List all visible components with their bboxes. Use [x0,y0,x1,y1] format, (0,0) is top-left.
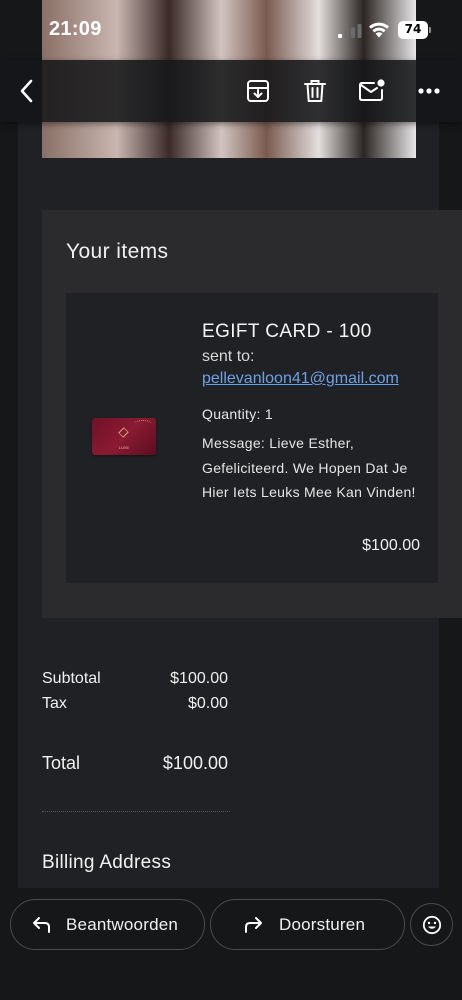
subtotal-value: $100.00 [170,670,228,687]
items-title: Your items [66,240,169,263]
item-quantity: Quantity: 1 [202,406,274,422]
item-message: Message: Lieve Esther, Gefeliciteerd. We… [202,435,416,500]
archive-icon [247,80,269,102]
more-button[interactable] [412,74,446,108]
delete-button[interactable] [298,74,332,108]
summary-divider [42,811,230,812]
smiley-icon [422,915,442,935]
signal-icon [338,24,362,38]
battery-indicator: 74 [398,21,432,39]
forward-icon [245,917,262,933]
gift-card-image: LUXE [92,418,156,455]
forward-button[interactable]: Doorsturen [210,899,405,950]
back-button[interactable] [10,74,44,108]
mail-unread-icon [359,79,385,101]
reaction-button[interactable] [410,903,453,946]
status-bar: 21:09 74 [0,0,462,60]
email-screen: Your items LUXE EGIFT CARD - 100 sent to… [0,0,462,1000]
recipient-email-link[interactable]: pellevanloon41@gmail.com [202,370,399,388]
battery-level: 74 [404,22,422,36]
reply-label: Beantwoorden [66,915,179,934]
item-name: EGIFT CARD - 100 [202,321,372,342]
more-horizontal-icon [418,88,440,94]
reply-button[interactable]: Beantwoorden [10,899,205,950]
item-price: $100.00 [362,537,420,554]
trash-icon [304,80,326,102]
sent-to-label: sent to: [202,348,255,365]
forward-label: Doorsturen [279,915,366,934]
chevron-left-icon [20,79,33,103]
mark-unread-button[interactable] [355,74,389,108]
status-time: 21:09 [49,18,102,40]
reply-icon [33,917,50,933]
tax-value: $0.00 [187,695,228,712]
wifi-icon [369,22,389,38]
total-value: $100.00 [162,753,228,773]
billing-address-title: Billing Address [42,852,172,873]
email-toolbar [0,60,462,122]
tax-label: Tax [42,695,67,712]
archive-button[interactable] [241,74,275,108]
subtotal-label: Subtotal [42,670,101,687]
total-label: Total [42,753,81,773]
